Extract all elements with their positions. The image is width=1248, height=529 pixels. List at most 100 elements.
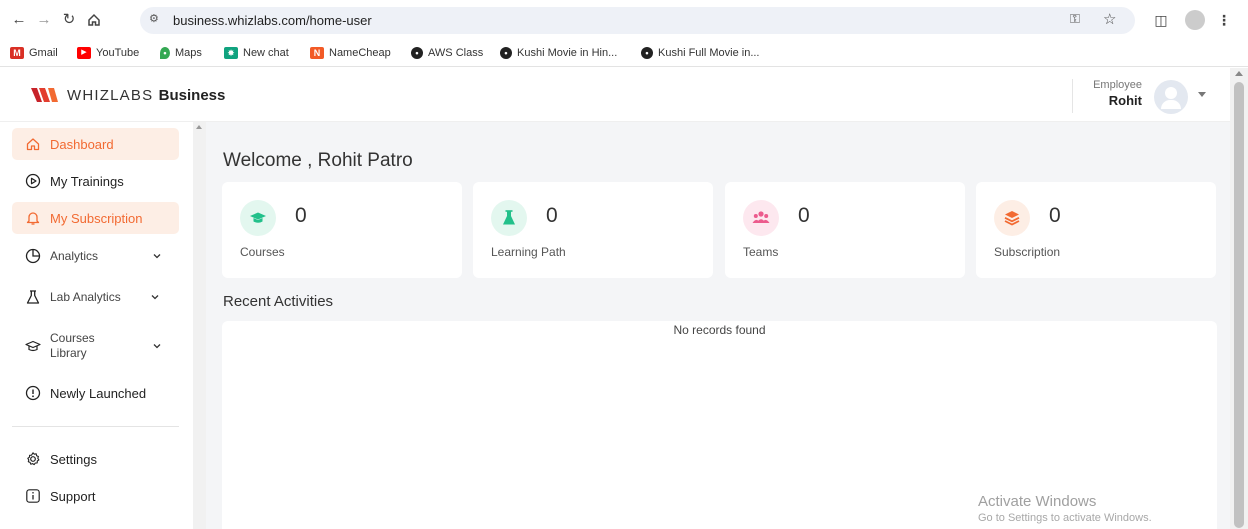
chevron-down-icon[interactable] — [151, 293, 159, 301]
sidebar-item-dashboard[interactable]: Dashboard — [12, 128, 179, 160]
logo-suffix: Business — [158, 86, 226, 104]
user-name: Rohit — [1108, 93, 1142, 108]
chevron-down-icon[interactable] — [153, 252, 161, 260]
activate-windows-watermark: Activate Windows Go to Settings to activ… — [978, 493, 1152, 524]
bookmark-label: Kushi Movie in Hin... — [517, 47, 618, 59]
site-icon: • — [641, 47, 653, 59]
sidebar-item-courses-library[interactable]: Courses Library — [12, 326, 179, 366]
graduation-cap-icon — [240, 200, 276, 236]
bookmark-label: Gmail — [29, 47, 58, 59]
flask-icon — [491, 200, 527, 236]
home-icon — [25, 136, 41, 152]
bookmark-label: Maps — [175, 47, 202, 59]
address-url[interactable]: business.whizlabs.com/home-user — [173, 13, 372, 28]
stat-card-subscription[interactable]: 0 Subscription — [976, 182, 1216, 278]
watermark-subtitle: Go to Settings to activate Windows. — [978, 512, 1152, 524]
home-icon[interactable] — [83, 9, 105, 31]
bookmarks-bar: M Gmail ▶ YouTube • Maps ✸ New chat N Na… — [0, 42, 1248, 64]
sidebar-scrollbar[interactable] — [193, 122, 206, 529]
sidebar-item-my-trainings[interactable]: My Trainings — [12, 165, 179, 197]
sidebar-item-label: Courses Library — [50, 331, 95, 360]
youtube-icon: ▶ — [77, 47, 91, 59]
stat-count: 0 — [798, 204, 810, 227]
sidebar-item-settings[interactable]: Settings — [12, 443, 179, 475]
bookmark-label: YouTube — [96, 47, 140, 59]
user-role: Employee — [1093, 79, 1142, 91]
whizlabs-logo-icon — [31, 88, 58, 102]
forward-arrow-icon[interactable]: → — [33, 9, 55, 31]
play-circle-icon — [25, 173, 41, 189]
whizlabs-logo[interactable]: WHIZLABS Business — [31, 86, 225, 104]
sidebar-item-analytics[interactable]: Analytics — [12, 240, 179, 272]
sidebar-item-newly-launched[interactable]: Newly Launched — [12, 377, 179, 409]
info-circle-icon — [25, 385, 41, 401]
bookmark-aws-class[interactable]: • AWS Class — [411, 45, 483, 61]
logo-brand: WHIZLABS — [67, 86, 154, 104]
bookmark-label: AWS Class — [428, 47, 484, 59]
bookmark-kushi-full-movie[interactable]: • Kushi Full Movie in... — [641, 45, 759, 61]
sidebar-item-label: My Subscription — [50, 210, 143, 226]
chat-icon: ✸ — [224, 47, 238, 59]
stat-card-courses[interactable]: 0 Courses — [222, 182, 462, 278]
stat-label: Subscription — [994, 245, 1061, 259]
github-icon: • — [411, 47, 423, 59]
avatar[interactable] — [1154, 80, 1188, 114]
gmail-icon: M — [10, 47, 24, 59]
namecheap-icon: N — [310, 47, 324, 59]
sidebar-item-label: My Trainings — [50, 173, 124, 189]
password-key-icon[interactable]: ⚿ — [1070, 11, 1080, 27]
stat-card-learning-path[interactable]: 0 Learning Path — [473, 182, 713, 278]
bookmark-label: New chat — [243, 47, 289, 59]
scroll-up-icon[interactable] — [196, 125, 202, 129]
scrollbar-thumb[interactable] — [1234, 82, 1244, 528]
layers-icon — [994, 200, 1030, 236]
sidebar-item-label: Dashboard — [50, 136, 114, 152]
menu-dots-icon[interactable]: ⋮ — [1217, 9, 1231, 31]
back-arrow-icon[interactable]: ← — [8, 9, 30, 31]
pie-chart-icon — [25, 248, 41, 264]
profile-icon[interactable] — [1185, 10, 1205, 30]
empty-message: No records found — [673, 323, 766, 337]
bookmark-star-icon[interactable]: ☆ — [1103, 10, 1116, 28]
sidebar-item-label: Analytics — [50, 248, 99, 263]
flask-icon — [25, 289, 41, 305]
bookmark-youtube[interactable]: ▶ YouTube — [77, 45, 139, 61]
bookmark-gmail[interactable]: M Gmail — [10, 45, 58, 61]
bookmark-maps[interactable]: • Maps — [160, 45, 202, 61]
browser-toolbar: ← → ↻ ⚙ business.whizlabs.com/home-user … — [0, 0, 1248, 40]
stat-count: 0 — [295, 204, 307, 227]
sidebar-item-label: Newly Launched — [50, 385, 147, 401]
app-header: WHIZLABS Business Employee Rohit — [0, 68, 1230, 122]
stat-count: 0 — [1049, 204, 1061, 227]
watermark-title: Activate Windows — [978, 493, 1097, 510]
sidebar-item-lab-analytics[interactable]: Lab Analytics — [12, 281, 179, 313]
page-title: Welcome , Rohit Patro — [223, 150, 413, 171]
site-icon: • — [500, 47, 512, 59]
maps-icon: • — [160, 47, 170, 59]
bookmark-new-chat[interactable]: ✸ New chat — [224, 45, 289, 61]
bookmark-label: NameCheap — [329, 47, 391, 59]
info-square-icon — [25, 488, 41, 504]
page-scrollbar[interactable] — [1230, 68, 1248, 529]
user-info: Employee Rohit — [1072, 79, 1142, 113]
sidebar-item-support[interactable]: Support — [12, 480, 179, 512]
sidebar-item-label: Lab Analytics — [50, 289, 121, 304]
logo-text: WHIZLABS Business — [67, 87, 225, 104]
browser-chrome: ← → ↻ ⚙ business.whizlabs.com/home-user … — [0, 0, 1248, 67]
reload-icon[interactable]: ↻ — [58, 9, 80, 31]
bell-icon — [25, 210, 41, 226]
users-icon — [743, 200, 779, 236]
bookmark-kushi-movie[interactable]: • Kushi Movie in Hin... — [500, 45, 617, 61]
address-bar[interactable]: ⚙ business.whizlabs.com/home-user ⚿ ☆ — [140, 7, 1135, 34]
chevron-down-icon[interactable] — [153, 342, 161, 350]
stat-card-teams[interactable]: 0 Teams — [725, 182, 965, 278]
sidebar: Dashboard My Trainings My Subscription A… — [0, 122, 193, 529]
gear-icon — [25, 451, 41, 467]
bookmark-namecheap[interactable]: N NameCheap — [310, 45, 391, 61]
scroll-up-icon[interactable] — [1235, 71, 1243, 76]
side-panel-icon[interactable]: ◫ — [1150, 9, 1172, 31]
site-settings-icon[interactable]: ⚙ — [149, 12, 159, 25]
chevron-down-icon[interactable] — [1198, 92, 1206, 97]
stat-label: Learning Path — [491, 245, 566, 259]
sidebar-item-my-subscription[interactable]: My Subscription — [12, 202, 179, 234]
